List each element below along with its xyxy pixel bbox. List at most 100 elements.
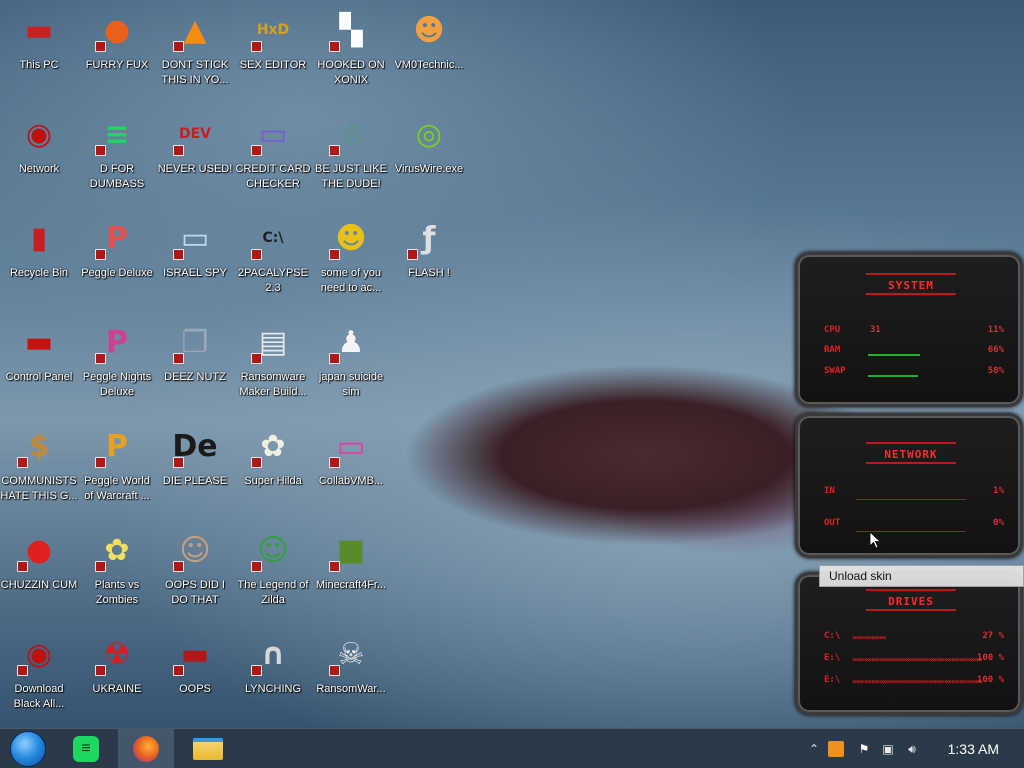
desktop-icon-label: Ransomware Maker Build... xyxy=(239,371,307,398)
taskbar-clock[interactable]: 1:33 AM xyxy=(948,741,999,757)
desktop-icon[interactable]: ▭ CollabVMB... xyxy=(312,416,390,516)
shortcut-badge-icon xyxy=(173,457,184,468)
cpu-extra: 31 xyxy=(870,325,881,335)
desktop-icon[interactable]: ☻ VM0Technic... xyxy=(390,0,468,100)
desktop-icon[interactable]: ◉ Download Black All... xyxy=(0,624,78,724)
desktop-icon[interactable]: ☠ RansomWar... xyxy=(312,624,390,724)
pixel-character-icon: ✿ xyxy=(249,422,297,470)
pink-monitor-icon: ▭ xyxy=(327,422,375,470)
taskbar-file-explorer[interactable] xyxy=(180,729,236,768)
desktop-icon[interactable]: ■ Minecraft4Fr... xyxy=(312,520,390,620)
desktop-icon[interactable]: P Peggle World of Warcraft ... xyxy=(78,416,156,516)
chuzzle-icon: ● xyxy=(15,526,63,574)
show-hidden-icons-button[interactable]: ⌃ xyxy=(806,741,822,757)
cpu-value: 11% xyxy=(987,325,1004,335)
desktop-icon[interactable]: ❐ DEEZ NUTZ xyxy=(156,312,234,412)
money-bag-icon: $ xyxy=(15,422,63,470)
desktop-icon[interactable]: ▬ OOPS xyxy=(156,624,234,724)
desktop-icon-label: Control Panel xyxy=(5,371,73,383)
desktop-icon[interactable]: ☺ OOPS DID I DO THAT xyxy=(156,520,234,620)
desktop-icon-label: This PC xyxy=(19,59,59,71)
desktop-icon-label: Plants vs Zombies xyxy=(94,579,140,606)
drives-monitor-widget[interactable]: DRIVES C:\ »»»»»»»»» 27 % E:\ »»»»»»»»»»… xyxy=(795,572,1023,715)
desktop-icon[interactable]: P Peggle Nights Deluxe xyxy=(78,312,156,412)
security-flag-icon[interactable]: ⚑ xyxy=(856,741,872,757)
network-in-graph xyxy=(856,488,966,500)
desktop-icon[interactable]: ▤ Ransomware Maker Build... xyxy=(234,312,312,412)
desktop-icon[interactable]: De DIE PLEASE xyxy=(156,416,234,516)
this-pc-icon: ▬ xyxy=(24,12,54,48)
desktop-icon[interactable]: ◎ VirusWire.exe xyxy=(390,104,468,204)
shortcut-badge-icon xyxy=(17,561,28,572)
desktop-icon[interactable]: ♟ japan suicide sim xyxy=(312,312,390,412)
desktop-icon[interactable]: ▮ Recycle Bin xyxy=(0,208,78,308)
cpu-label: CPU xyxy=(824,325,841,335)
desktop-icon[interactable]: ▭ CREDIT CARD CHECKER xyxy=(234,104,312,204)
volume-icon[interactable]: 🔊︎ xyxy=(904,741,920,757)
network-widget-title: NETWORK xyxy=(866,442,956,464)
red-globe-icon: ◉ xyxy=(15,630,63,678)
desktop-icon[interactable]: ≡ D FOR DUMBASS xyxy=(78,104,156,204)
desktop-icon[interactable]: ☢ UKRAINE xyxy=(78,624,156,724)
shortcut-badge-icon xyxy=(17,457,28,468)
shortcut-badge-icon xyxy=(329,457,340,468)
drive-label: E:\ xyxy=(824,675,841,685)
desktop-icon-label: D FOR DUMBASS xyxy=(89,163,145,190)
shortcut-badge-icon xyxy=(95,457,106,468)
tray-app-icon[interactable] xyxy=(828,741,844,757)
drive-label: C:\ xyxy=(824,631,841,641)
desktop-icon[interactable]: HxD SEX EDITOR xyxy=(234,0,312,100)
network-monitor-widget[interactable]: NETWORK IN 1% OUT 0% xyxy=(795,413,1023,558)
desktop-icon[interactable]: ☃ BE JUST LIKE THE DUDE! xyxy=(312,104,390,204)
shortcut-badge-icon xyxy=(251,353,262,364)
desktop-icon[interactable]: DEV NEVER USED! xyxy=(156,104,234,204)
desktop-icon[interactable]: $ COMMUNISTS HATE THIS G... xyxy=(0,416,78,516)
file-explorer-icon xyxy=(193,738,223,760)
desktop-icon[interactable]: ▭ ISRAEL SPY xyxy=(156,208,234,308)
ram-row: RAM 66% xyxy=(824,345,1004,359)
desktop-icon-label: SEX EDITOR xyxy=(239,59,307,71)
shortcut-badge-icon xyxy=(329,665,340,676)
app-window-icon: ▤ xyxy=(249,318,297,366)
de-badge-icon: De xyxy=(171,422,219,470)
network-tray-icon[interactable]: ▣ xyxy=(880,741,896,757)
desktop-icon[interactable]: ▲ DONT STICK THIS IN YO... xyxy=(156,0,234,100)
desktop-icon[interactable]: ▬ This PC xyxy=(0,0,78,100)
desktop-icon[interactable]: ✿ Plants vs Zombies xyxy=(78,520,156,620)
desktop-icon-label: DEEZ NUTZ xyxy=(164,371,226,383)
drive-row: C:\ »»»»»»»»» 27 % xyxy=(824,631,1004,645)
shortcut-badge-icon xyxy=(173,353,184,364)
green-app-icon: ≡ xyxy=(93,110,141,158)
network-out-row: OUT 0% xyxy=(824,518,1004,532)
desktop-icon[interactable]: ▬ Control Panel xyxy=(0,312,78,412)
desktop-icon[interactable]: ● FURRY FUX xyxy=(78,0,156,100)
start-orb-icon xyxy=(10,731,46,767)
start-button[interactable] xyxy=(0,729,56,768)
desktop-icon[interactable]: ▚ HOOKED ON XONIX xyxy=(312,0,390,100)
desktop-icon[interactable]: ƒ FLASH ! xyxy=(390,208,468,308)
desktop-icon-label: LYNCHING xyxy=(244,683,302,695)
desktop-icon[interactable]: C:\ 2PACALYPSE 2.3 xyxy=(234,208,312,308)
shortcut-badge-icon xyxy=(173,145,184,156)
speaker-glyph: 🔊︎ xyxy=(908,741,916,756)
desktop-icon-label: UKRAINE xyxy=(92,683,142,695)
desktop-icon[interactable]: ☻ some of you need to ac... xyxy=(312,208,390,308)
drive-value: 100 % xyxy=(976,675,1004,685)
desktop-icon-label: COMMUNISTS HATE THIS G... xyxy=(0,475,78,502)
desktop-icon[interactable]: ∩ LYNCHING xyxy=(234,624,312,724)
swap-value: 58% xyxy=(987,366,1004,376)
system-monitor-widget[interactable]: SYSTEM CPU 31 11% RAM 66% SWAP 58% xyxy=(795,252,1023,407)
desktop-icon[interactable]: ◉ Network xyxy=(0,104,78,204)
context-menu-unload-skin[interactable]: Unload skin xyxy=(819,565,1024,587)
desktop-icon[interactable]: ✿ Super Hilda xyxy=(234,416,312,516)
desktop-icon[interactable]: P Peggle Deluxe xyxy=(78,208,156,308)
taskbar-green-app[interactable]: ≡ xyxy=(58,729,114,768)
xonix-game-icon: ▚ xyxy=(327,6,375,54)
desktop-icon[interactable]: ● CHUZZIN CUM xyxy=(0,520,78,620)
taskbar-firefox[interactable] xyxy=(118,729,174,768)
desktop-icon[interactable]: ☺ The Legend of Zilda xyxy=(234,520,312,620)
skull-crossbones-icon: ☠ xyxy=(327,630,375,678)
network-out-label: OUT xyxy=(824,518,841,528)
shortcut-badge-icon xyxy=(251,457,262,468)
desktop-icon-label: DONT STICK THIS IN YO... xyxy=(161,59,229,86)
